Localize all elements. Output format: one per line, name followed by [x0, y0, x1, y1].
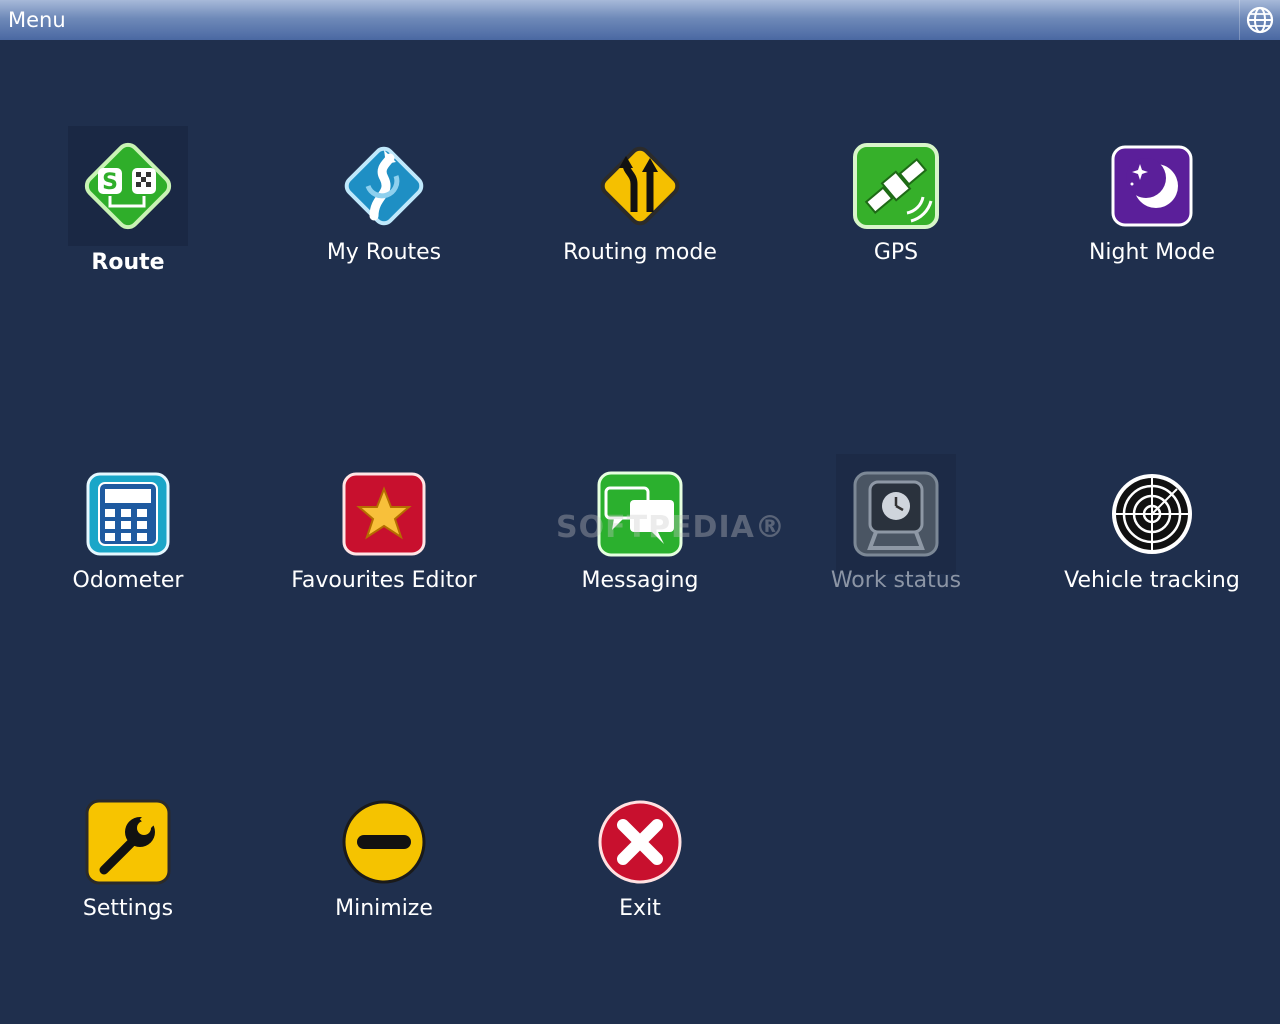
menu-item-route[interactable]: S Route	[0, 126, 256, 286]
menu-item-gps[interactable]: GPS	[768, 126, 1024, 286]
svg-text:S: S	[102, 170, 118, 195]
my-routes-icon	[344, 146, 424, 226]
menu-item-vehicle-tracking[interactable]: Vehicle tracking	[1024, 454, 1280, 614]
menu-item-night-mode[interactable]: Night Mode	[1024, 126, 1280, 286]
menu-item-routing-mode[interactable]: Routing mode	[512, 126, 768, 286]
menu-item-favourites-editor-label: Favourites Editor	[291, 568, 477, 593]
globe-button[interactable]	[1239, 0, 1280, 40]
minimize-icon	[342, 800, 426, 884]
odometer-calculator-icon	[86, 472, 170, 556]
menu-item-settings-label: Settings	[82, 896, 174, 921]
favourites-star-icon	[342, 472, 426, 556]
window-title: Menu	[8, 8, 66, 32]
gps-satellite-icon	[853, 143, 939, 229]
menu-item-messaging-label: Messaging	[581, 568, 699, 593]
menu-item-minimize-label: Minimize	[335, 896, 433, 921]
menu-item-my-routes-label: My Routes	[326, 240, 442, 265]
menu-item-my-routes[interactable]: My Routes	[256, 126, 512, 286]
menu-item-routing-mode-label: Routing mode	[563, 240, 717, 265]
menu-item-exit[interactable]: Exit	[512, 782, 768, 942]
title-bar: Menu	[0, 0, 1280, 40]
menu-item-odometer[interactable]: Odometer	[0, 454, 256, 614]
menu-item-odometer-label: Odometer	[72, 568, 184, 593]
menu-item-work-status: Work status	[768, 454, 1024, 614]
watermark: SOFTPEDIA®	[556, 510, 786, 545]
menu-item-work-status-label: Work status	[830, 568, 962, 593]
menu-item-route-label: Route	[91, 250, 165, 275]
menu-item-night-mode-label: Night Mode	[1088, 240, 1216, 265]
menu-item-minimize[interactable]: Minimize	[256, 782, 512, 942]
exit-icon	[598, 800, 682, 884]
globe-icon	[1246, 6, 1274, 34]
routing-mode-icon	[600, 146, 680, 226]
menu-item-exit-label: Exit	[619, 896, 661, 921]
route-icon: S	[84, 142, 172, 230]
vehicle-tracking-radar-icon	[1112, 474, 1192, 554]
night-mode-moon-icon	[1111, 145, 1193, 227]
menu-item-favourites-editor[interactable]: Favourites Editor	[256, 454, 512, 614]
menu-item-settings[interactable]: Settings	[0, 782, 256, 942]
work-status-clock-icon	[853, 471, 939, 557]
menu-item-vehicle-tracking-label: Vehicle tracking	[1064, 568, 1240, 593]
menu-item-gps-label: GPS	[873, 240, 919, 265]
settings-wrench-icon	[85, 799, 171, 885]
